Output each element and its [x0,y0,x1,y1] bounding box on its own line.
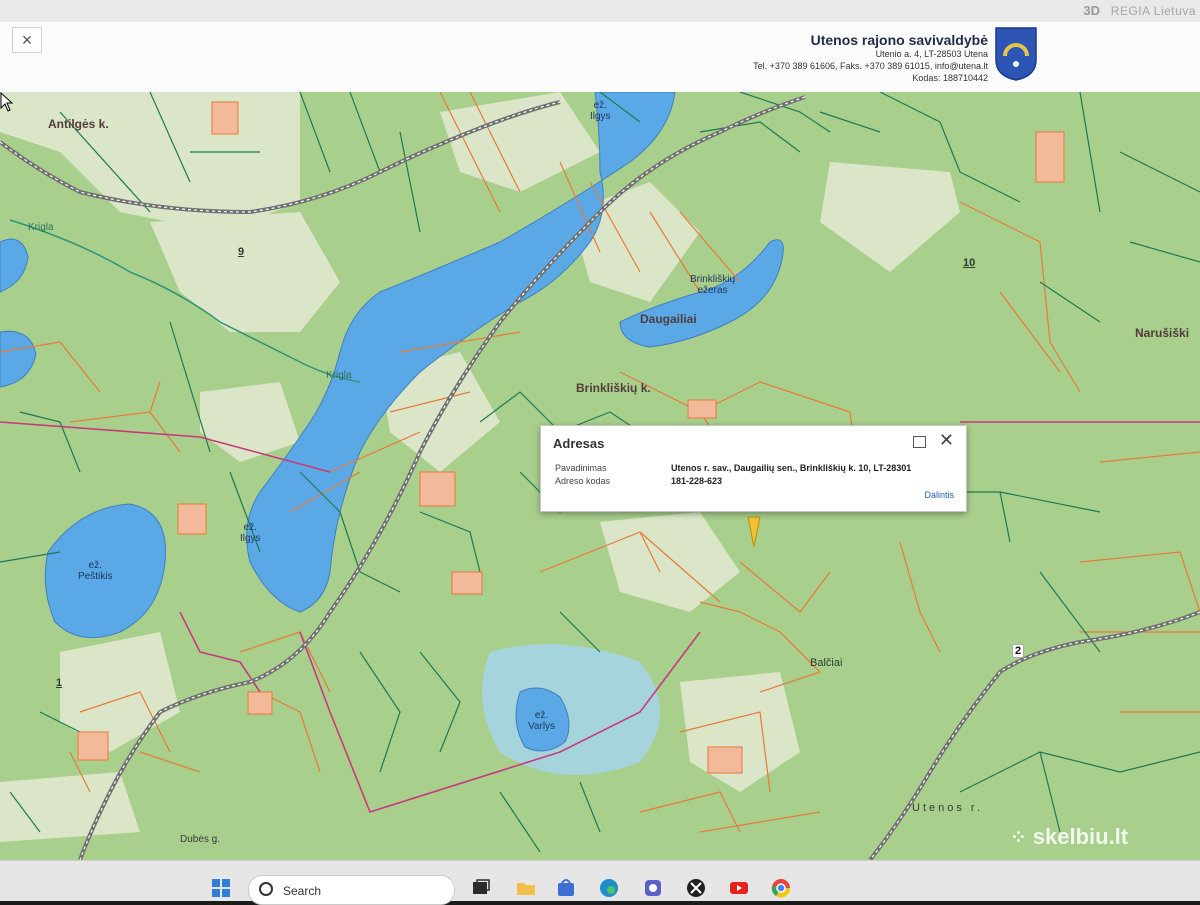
wetland-area [482,644,660,775]
youtube-icon[interactable] [728,877,750,899]
edge-icon[interactable] [598,877,620,899]
taskbar-search[interactable]: Search [248,875,455,905]
address-marker-icon [747,516,761,548]
address-popup: Adresas ✕ Pavadinimas Utenos r. sav., Da… [540,425,967,512]
name-label: Pavadinimas [555,463,607,473]
chrome-icon[interactable] [770,877,792,899]
label-parcel-10: 10 [963,257,976,269]
municipality-header: × Utenos rajono savivaldybė Utenio a. 4,… [0,22,1200,93]
task-view-icon[interactable] [470,877,492,899]
store-icon[interactable] [555,877,577,899]
skelbiu-watermark: ⁘ skelbiu.lt [1010,824,1128,850]
3d-mode-label[interactable]: 3D [1083,3,1100,18]
windows-taskbar: Search [0,860,1200,905]
code-line: Kodas: 188710442 [912,73,988,83]
address-line: Utenio a. 4, LT-28503 Utena [875,49,988,59]
lake-small-west [0,238,29,293]
label-antilges: Antilgės k. [48,117,109,131]
contacts-line: Tel. +370 389 61606, Faks. +370 389 6101… [753,61,988,71]
label-varlys: ež. Varlys [528,710,556,732]
label-krigla: Krigla [28,222,54,233]
window-top-strip: 3D REGIA Lietuva [0,0,1200,22]
label-parcel-1: 1 [56,677,63,689]
xbox-icon[interactable] [685,877,707,899]
label-krigla-river: Krigla [326,370,352,381]
name-value: Utenos r. sav., Daugailių sen., Brinkliš… [671,463,912,473]
watermark-text: skelbiu.lt [1032,824,1129,849]
label-balciai: Balčiai [810,657,843,669]
regia-label[interactable]: REGIA Lietuva [1111,4,1196,18]
municipality-name: Utenos rajono savivaldybė [810,32,988,48]
teams-icon[interactable] [642,877,664,899]
watermark-dots-icon: ⁘ [1010,827,1027,849]
close-icon[interactable]: ✕ [939,430,954,451]
label-brinkliskiu-ezeras: Brinkliškių ežeras [690,274,736,296]
file-explorer-icon[interactable] [515,877,537,899]
label-brinkliskiu-k: Brinkliškių k. [576,381,651,395]
label-daugailiai: Daugailiai [640,312,697,326]
label-parcel-9: 9 [238,246,245,258]
label-narusiski: Narušiški [1135,326,1190,340]
road-number-2: 2 [1012,644,1025,658]
search-placeholder: Search [283,884,322,898]
label-pestikis: ež. Peštikis [78,560,113,582]
label-ilgys-top: ež. Ilgys [590,100,611,122]
label-ilgys-mid: ež. Ilgys [240,522,261,544]
code-value: 181-228-623 [671,476,723,486]
share-link[interactable]: Dalintis [924,490,954,500]
code-label: Adreso kodas [555,476,611,486]
close-button[interactable]: × [12,27,42,53]
lake-small-west-2 [0,330,37,388]
popup-title: Adresas [553,436,605,451]
label-dubes: Dubės g. [180,834,221,845]
municipality-info: Utenos rajono savivaldybė Utenio a. 4, L… [753,32,988,84]
windows-start-icon[interactable] [210,877,232,899]
mouse-cursor-icon [0,92,14,112]
label-utenos-r: Utenos r. [912,802,984,814]
coat-of-arms-icon [995,27,1037,81]
search-icon [259,882,273,896]
window-icon[interactable] [913,436,926,448]
